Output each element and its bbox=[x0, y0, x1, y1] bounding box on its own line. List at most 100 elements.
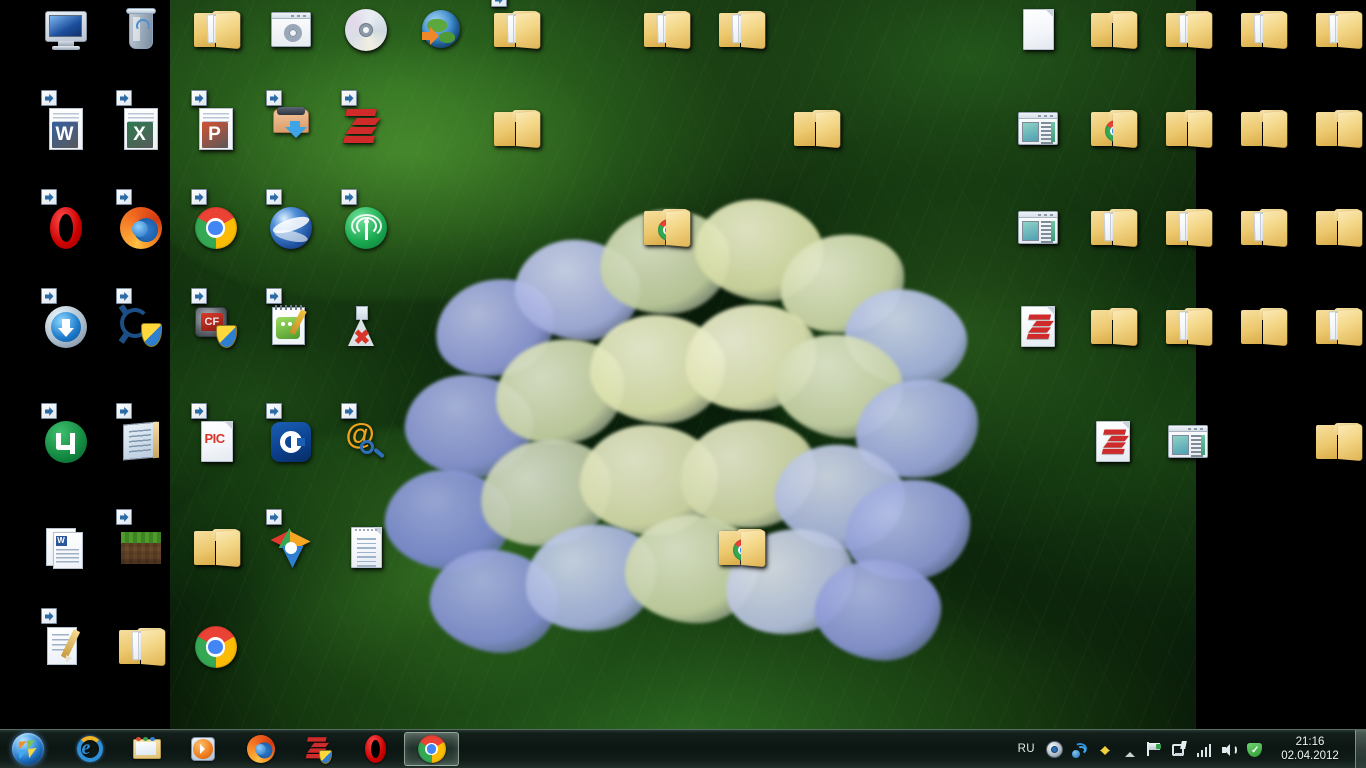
flower-petal bbox=[766, 323, 912, 449]
flower-petal bbox=[400, 369, 538, 484]
notepad-icon bbox=[123, 422, 157, 461]
shortcut-arrow-icon bbox=[41, 90, 57, 106]
flower-petal bbox=[577, 421, 721, 538]
nero-burn-icon[interactable] bbox=[1046, 741, 1063, 758]
flower-petal bbox=[422, 540, 566, 663]
folder-icon bbox=[794, 110, 838, 148]
opera-icon bbox=[50, 207, 82, 249]
folder-icon bbox=[1166, 11, 1210, 49]
removable-device-icon[interactable] bbox=[1171, 741, 1188, 758]
folder-icon bbox=[1316, 209, 1360, 247]
shortcut-arrow-icon bbox=[41, 403, 57, 419]
flower-petal bbox=[810, 554, 946, 667]
folder-icon bbox=[644, 209, 688, 247]
tray-icons[interactable]: ✓ bbox=[1042, 741, 1267, 758]
google-earth-icon bbox=[270, 207, 312, 249]
utorrent-icon bbox=[45, 421, 87, 463]
folder-icon bbox=[119, 628, 163, 666]
flower-petal bbox=[680, 298, 822, 417]
shortcut-arrow-icon bbox=[116, 509, 132, 525]
clock[interactable]: 21:16 02.04.2012 bbox=[1267, 735, 1353, 763]
desktop[interactable]: WXP♪CF✖APIC@W e RU ✓ 21:16 02.04.2012 bbox=[0, 0, 1366, 768]
shortcut-arrow-icon bbox=[191, 189, 207, 205]
folder-icon bbox=[494, 11, 538, 49]
app-window-icon bbox=[1018, 112, 1058, 145]
taskbar-button[interactable]: e bbox=[62, 732, 117, 766]
shortcut-arrow-icon bbox=[341, 403, 357, 419]
app-window-icon bbox=[1168, 425, 1208, 458]
taskbar-button[interactable] bbox=[119, 732, 174, 766]
flower-petal bbox=[586, 310, 728, 427]
folder-icon bbox=[194, 11, 238, 49]
folder-icon bbox=[1241, 308, 1285, 346]
flower-petal bbox=[426, 269, 563, 388]
flower-petal bbox=[487, 330, 633, 455]
clock-date: 02.04.2012 bbox=[1271, 749, 1349, 763]
program-window-icon bbox=[271, 12, 311, 47]
shortcut-arrow-icon bbox=[266, 288, 282, 304]
shortcut-arrow-icon bbox=[341, 90, 357, 106]
folder-icon bbox=[1316, 11, 1360, 49]
taskbar-button[interactable] bbox=[290, 732, 345, 766]
firefox-icon bbox=[247, 735, 275, 763]
shortcut-arrow-icon bbox=[266, 189, 282, 205]
flower-petal bbox=[768, 435, 913, 558]
folder-icon bbox=[194, 529, 238, 567]
flag-action-center-icon[interactable] bbox=[1146, 741, 1163, 758]
taskbar[interactable]: e RU ✓ 21:16 02.04.2012 bbox=[0, 729, 1366, 768]
flower-petal bbox=[835, 277, 977, 400]
taskbar-button[interactable] bbox=[233, 732, 288, 766]
network-bars-icon[interactable] bbox=[1196, 741, 1213, 758]
folder-icon bbox=[1241, 209, 1285, 247]
system-tray[interactable]: RU ✓ 21:16 02.04.2012 bbox=[1011, 730, 1366, 768]
excel-icon: X bbox=[124, 108, 158, 150]
shortcut-arrow-icon bbox=[191, 403, 207, 419]
purebasic-z-icon bbox=[342, 107, 390, 155]
flower-petal bbox=[471, 428, 621, 557]
minecraft-icon bbox=[121, 532, 161, 564]
taskbar-buttons[interactable]: e bbox=[61, 732, 460, 766]
shortcut-arrow-icon bbox=[491, 0, 507, 7]
mailru-games-icon bbox=[45, 306, 87, 348]
firefox-icon bbox=[120, 207, 162, 249]
updown-arrows-icon[interactable] bbox=[1096, 741, 1113, 758]
folder-icon bbox=[719, 11, 763, 49]
flower-petal bbox=[839, 473, 976, 588]
shortcut-arrow-icon bbox=[266, 403, 282, 419]
purebasic-icon bbox=[303, 734, 333, 764]
powerpoint-icon: P bbox=[199, 108, 233, 150]
wifi-signal-icon[interactable] bbox=[1071, 741, 1088, 758]
folder-icon bbox=[1091, 308, 1135, 346]
word-icon: W bbox=[49, 108, 83, 150]
folder-icon: A bbox=[1166, 308, 1210, 346]
taskbar-button[interactable] bbox=[404, 732, 459, 766]
shortcut-arrow-icon bbox=[191, 90, 207, 106]
flower-petal bbox=[848, 371, 986, 487]
explorer-folder-icon bbox=[132, 734, 162, 764]
language-indicator[interactable]: RU bbox=[1011, 743, 1042, 755]
security-shield-green-icon[interactable]: ✓ bbox=[1246, 741, 1263, 758]
opera-icon bbox=[360, 734, 390, 764]
recycle-bin-icon bbox=[129, 11, 153, 49]
start-button[interactable] bbox=[1, 730, 55, 768]
folder-icon bbox=[1316, 423, 1360, 461]
internet-explorer-icon: e bbox=[75, 734, 105, 764]
shortcut-arrow-icon bbox=[266, 90, 282, 106]
folder-icon bbox=[719, 529, 763, 567]
shortcut-arrow-icon bbox=[191, 288, 207, 304]
purebasic-z-icon bbox=[1026, 313, 1061, 348]
shortcut-arrow-icon bbox=[116, 288, 132, 304]
show-hidden-icons-chevron[interactable] bbox=[1121, 741, 1138, 758]
show-desktop-button[interactable] bbox=[1355, 730, 1366, 768]
volume-speaker-icon[interactable] bbox=[1221, 741, 1238, 758]
shortcut-arrow-icon bbox=[116, 90, 132, 106]
folder-icon bbox=[1166, 209, 1210, 247]
taskbar-button[interactable] bbox=[176, 732, 231, 766]
folder-icon bbox=[644, 11, 688, 49]
flower-petal bbox=[676, 414, 821, 533]
folder-icon bbox=[1091, 110, 1135, 148]
taskbar-button[interactable] bbox=[347, 732, 402, 766]
chrome-icon bbox=[418, 735, 446, 763]
folder-icon bbox=[1091, 11, 1135, 49]
flower-petal bbox=[687, 190, 830, 311]
